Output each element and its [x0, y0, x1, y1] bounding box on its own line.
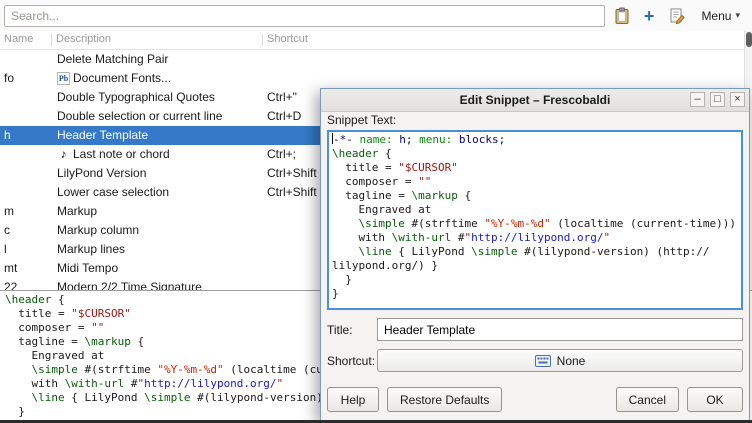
- shortcut-button[interactable]: None: [377, 349, 743, 372]
- cell-shortcut: Ctrl+;: [267, 145, 296, 164]
- toolbar: + Menu ▾: [0, 0, 752, 31]
- code-line: -*- name: h; menu: blocks;: [332, 133, 738, 147]
- add-snippet-button[interactable]: +: [638, 5, 660, 27]
- code-line: \header {: [332, 147, 738, 161]
- plus-icon: +: [644, 7, 655, 25]
- code-line: \simple #(strftime "%Y-%m-%d" (localtime…: [332, 217, 738, 231]
- code-line: title = "$CURSOR": [332, 161, 738, 175]
- column-header-shortcut[interactable]: Shortcut: [267, 33, 308, 45]
- cell-description: Markup column: [57, 221, 263, 240]
- minimize-button[interactable]: –: [690, 92, 705, 107]
- code-line: }: [332, 287, 738, 301]
- table-header: Name Description Shortcut: [0, 31, 752, 50]
- dialog-body: Snippet Text: -*- name: h; menu: blocks;…: [321, 111, 749, 420]
- scrollbar-thumb[interactable]: [746, 32, 752, 47]
- cell-description: LilyPond Version: [57, 164, 263, 183]
- title-label: Title:: [327, 323, 377, 337]
- column-header-name[interactable]: Name: [4, 33, 33, 45]
- cell-description: Markup lines: [57, 240, 263, 259]
- menu-label: Menu: [701, 9, 731, 23]
- button-spacer: [510, 387, 607, 412]
- snippet-text-label: Snippet Text:: [327, 113, 743, 128]
- help-button[interactable]: Help: [327, 387, 379, 412]
- note-icon: ♪: [57, 145, 70, 164]
- cell-name: h: [4, 126, 52, 145]
- cell-name: m: [4, 202, 52, 221]
- cell-description: Modern 2/2 Time Signature: [57, 278, 263, 290]
- shortcut-label: Shortcut:: [327, 354, 377, 368]
- table-row[interactable]: fo PbDocument Fonts...: [0, 69, 752, 88]
- cell-description: Delete Matching Pair: [57, 50, 263, 69]
- table-row[interactable]: Delete Matching Pair: [0, 50, 752, 69]
- cell-shortcut: Ctrl+Shift: [267, 164, 317, 183]
- code-line: Engraved at: [332, 203, 738, 217]
- edit-snippet-button[interactable]: [666, 5, 688, 27]
- cell-shortcut: Ctrl+D: [267, 107, 301, 126]
- edit-icon: [668, 7, 686, 25]
- search-input[interactable]: [4, 5, 605, 27]
- cell-description: Markup: [57, 202, 263, 221]
- cell-description: Lower case selection: [57, 183, 263, 202]
- chevron-down-icon: ▾: [735, 10, 740, 21]
- cell-description: PbDocument Fonts...: [57, 69, 263, 88]
- dialog-titlebar[interactable]: Edit Snippet – Frescobaldi – □ ×: [321, 89, 749, 112]
- paste-button[interactable]: [611, 5, 633, 27]
- code-line: composer = "": [332, 175, 738, 189]
- cell-description: ♪Last note or chord: [57, 145, 263, 164]
- document-fonts-icon: Pb: [57, 72, 70, 85]
- edit-snippet-dialog: Edit Snippet – Frescobaldi – □ × Snippet…: [320, 88, 750, 421]
- code-line: lilypond.org/) }: [332, 259, 738, 273]
- cell-description: Double Typographical Quotes: [57, 88, 263, 107]
- cell-name: c: [4, 221, 52, 240]
- frescobaldi-snippets-window: + Menu ▾ Name Description Shortcut Delet…: [0, 0, 752, 423]
- dialog-title: Edit Snippet – Frescobaldi: [321, 93, 749, 107]
- restore-defaults-button[interactable]: Restore Defaults: [387, 387, 502, 412]
- keyboard-icon: [535, 355, 551, 367]
- column-header-description[interactable]: Description: [56, 33, 111, 45]
- cell-shortcut: Ctrl+Shift: [267, 183, 317, 202]
- ok-button[interactable]: OK: [687, 387, 743, 412]
- cell-shortcut: Ctrl+": [267, 88, 297, 107]
- cell-name: 22: [4, 278, 52, 290]
- window-controls: – □ ×: [690, 92, 745, 107]
- snippet-editor[interactable]: -*- name: h; menu: blocks;\header { titl…: [327, 130, 743, 310]
- cell-name: l: [4, 240, 52, 259]
- dialog-button-row: Help Restore Defaults Cancel OK: [327, 387, 743, 412]
- cell-description: Midi Tempo: [57, 259, 263, 278]
- menu-button[interactable]: Menu ▾: [693, 7, 748, 25]
- cell-description: Header Template: [57, 126, 263, 145]
- cancel-button[interactable]: Cancel: [616, 387, 679, 412]
- maximize-button[interactable]: □: [710, 92, 725, 107]
- code-line: tagline = \markup {: [332, 189, 738, 203]
- cell-description: Double selection or current line: [57, 107, 263, 126]
- cell-name: fo: [4, 69, 52, 88]
- code-line: }: [332, 273, 738, 287]
- shortcut-value: None: [557, 354, 586, 368]
- code-line: \line { LilyPond \simple #(lilypond-vers…: [332, 245, 738, 259]
- close-button[interactable]: ×: [730, 92, 745, 107]
- title-input[interactable]: [377, 318, 743, 341]
- code-line: with \with-url #"http://lilypond.org/": [332, 231, 738, 245]
- cell-name: mt: [4, 259, 52, 278]
- clipboard-icon: [613, 7, 631, 25]
